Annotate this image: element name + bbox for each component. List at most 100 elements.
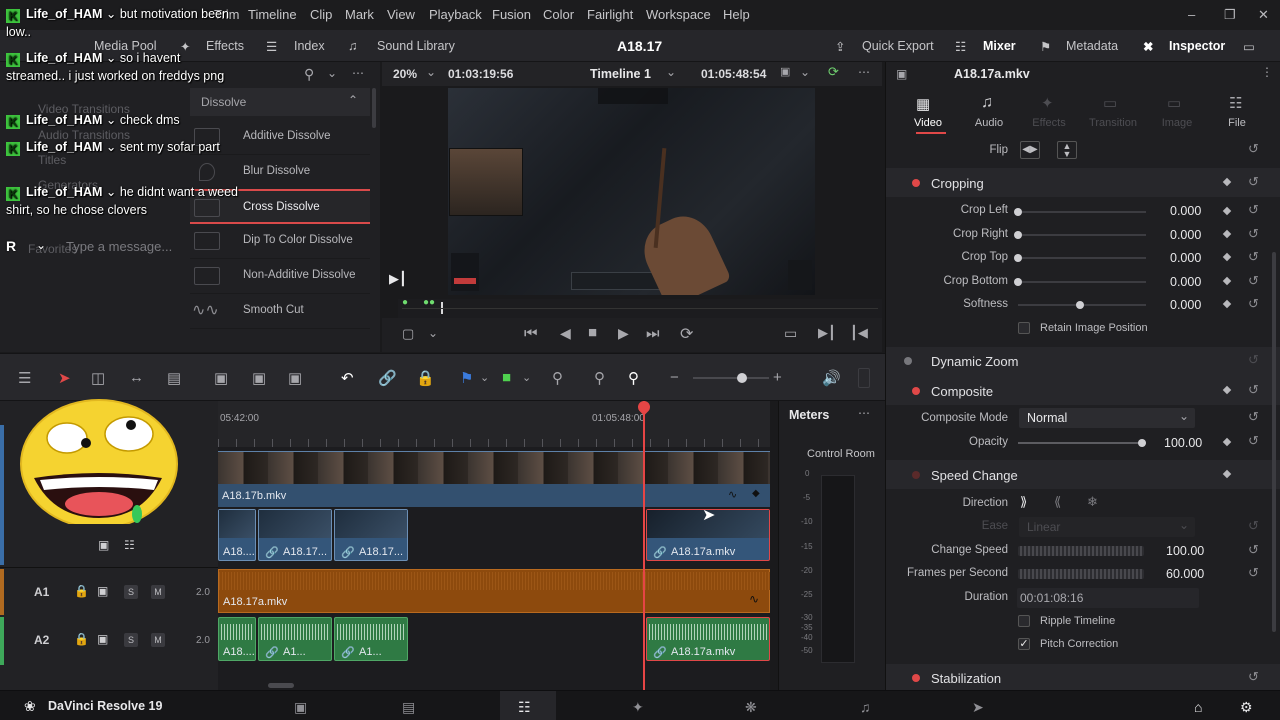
a1-audio-clip[interactable]: A18.17a.mkv ∿ (218, 569, 770, 613)
viewer-mode-icon[interactable]: ▢ (402, 326, 414, 342)
dynamic-trim-icon[interactable]: ↔ (129, 369, 144, 386)
speed-change-toggle[interactable] (912, 471, 920, 479)
flag-chevron-icon[interactable]: ⌄ (480, 371, 489, 384)
close-icon[interactable]: ✕ (1258, 7, 1269, 23)
monitor-chevron-icon[interactable]: ⌄ (800, 65, 810, 79)
deliver-page-icon[interactable]: ➤ (972, 699, 984, 716)
a1-solo-button[interactable]: S (124, 585, 138, 599)
position-lock-icon[interactable]: 🔒 (416, 369, 435, 387)
freeze-frame-icon[interactable]: ❄ (1087, 494, 1098, 510)
a2-mute-button[interactable]: M (151, 633, 165, 647)
play-reverse-icon[interactable]: ◀ (560, 325, 571, 342)
zoom-custom-icon[interactable]: ⚲ (628, 369, 639, 387)
file-tab-icon[interactable]: ☷ (1229, 94, 1242, 112)
reset-change-speed-icon[interactable]: ↺ (1248, 542, 1259, 558)
linked-selection-icon[interactable]: 🔗 (378, 369, 397, 387)
fairlight-page-icon[interactable]: ♫ (860, 699, 871, 715)
softness-slider[interactable] (1076, 301, 1084, 309)
cut-page-icon[interactable]: ▤ (402, 699, 415, 716)
image-tab-icon[interactable]: ▭ (1167, 94, 1181, 112)
marker-chevron-icon[interactable]: ⌄ (522, 371, 531, 384)
reset-softness-icon[interactable]: ↺ (1248, 296, 1259, 312)
prev-edit-icon[interactable]: ┃◀ (850, 325, 868, 341)
zoom-in-icon[interactable]: + (773, 369, 782, 386)
a1-mute-button[interactable]: M (151, 585, 165, 599)
ripple-timeline-checkbox[interactable] (1018, 615, 1030, 627)
viewer-options-icon[interactable]: ⋯ (858, 65, 870, 79)
tab-file[interactable]: File (1207, 117, 1267, 129)
reset-flip-icon[interactable]: ↺ (1248, 141, 1259, 157)
opacity-slider[interactable] (1138, 439, 1146, 447)
crop-top-track[interactable] (1022, 257, 1146, 259)
retain-position-checkbox[interactable] (1018, 322, 1030, 334)
menu-fairlight[interactable]: Fairlight (587, 7, 633, 22)
flip-vertical-icon[interactable]: ▲ ▼ (1057, 141, 1077, 159)
crop-left-track[interactable] (1022, 211, 1146, 213)
settings-gear-icon[interactable]: ⚙ (1240, 699, 1253, 716)
scrubber-bar[interactable]: ● ●● (398, 297, 882, 318)
fx-item-smooth-cut[interactable]: ∿∿ Smooth Cut (190, 294, 370, 329)
reset-crop-right-icon[interactable]: ↺ (1248, 226, 1259, 242)
a1-lock-icon[interactable]: 🔒 (74, 584, 89, 598)
hd-monitor-icon[interactable]: ▣ (780, 65, 790, 78)
sound-library-button[interactable]: Sound Library (377, 39, 455, 53)
insert-clip-icon[interactable]: ▣ (214, 369, 228, 387)
menu-help[interactable]: Help (723, 7, 750, 22)
a2-selected-audio-clip[interactable]: 🔗 A18.17a.mkv (646, 617, 770, 661)
timeline-area[interactable]: 05:42:00 01:05:48:00 A18.17b.mkv ∿ ◆ A18… (218, 401, 770, 690)
a2-auto-select-icon[interactable]: ▣ (97, 632, 108, 646)
inspector-button[interactable]: Inspector (1169, 39, 1225, 53)
match-frame-icon[interactable]: ▭ (784, 325, 797, 342)
a2-solo-button[interactable]: S (124, 633, 138, 647)
reset-ease-icon[interactable]: ↺ (1248, 518, 1259, 534)
reset-cropping-icon[interactable]: ↺ (1248, 174, 1259, 190)
chevron-down-icon[interactable]: ⌄ (327, 66, 337, 80)
crop-bottom-value[interactable]: 0.000 (1170, 275, 1201, 289)
timeline-chevron-icon[interactable]: ⌄ (666, 65, 676, 79)
go-to-end-icon[interactable]: ⏭ (646, 325, 660, 342)
audio-tab-icon[interactable]: ♫ (981, 94, 993, 112)
minimize-icon[interactable]: – (1188, 7, 1195, 22)
replace-clip-icon[interactable]: ▣ (288, 369, 302, 387)
fps-slider[interactable] (1018, 569, 1144, 579)
reset-fps-icon[interactable]: ↺ (1248, 565, 1259, 581)
snapping-icon[interactable]: ↶ (341, 369, 354, 387)
reset-crop-top-icon[interactable]: ↺ (1248, 249, 1259, 265)
flag-icon[interactable]: ⚑ (460, 369, 473, 387)
media-page-icon[interactable]: ▣ (294, 699, 307, 716)
crop-bottom-track[interactable] (1022, 281, 1146, 283)
reset-composite-icon[interactable]: ↺ (1248, 382, 1259, 398)
mixer-button[interactable]: Mixer (983, 39, 1016, 53)
stop-icon[interactable]: ■ (588, 324, 597, 341)
zoom-chevron-icon[interactable]: ⌄ (426, 65, 436, 79)
change-speed-slider[interactable] (1018, 546, 1144, 556)
crop-bottom-keyframe-icon[interactable] (1222, 276, 1232, 286)
quick-export-button[interactable]: Quick Export (862, 39, 934, 53)
a2-audio-clip[interactable]: A18.... (218, 617, 256, 661)
search-icon[interactable]: ⚲ (304, 66, 314, 83)
flip-horizontal-icon[interactable]: ◀▶ (1020, 141, 1040, 159)
composite-mode-select[interactable]: Normal ⌄ (1019, 408, 1195, 428)
overwrite-clip-icon[interactable]: ▣ (252, 369, 266, 387)
v1-clip[interactable]: 🔗 A18.17... (258, 509, 332, 561)
ease-select[interactable]: Linear ⌄ (1019, 517, 1195, 537)
home-icon[interactable]: ⌂ (1194, 699, 1202, 715)
tab-effects[interactable]: Effects (1019, 117, 1079, 129)
effects-tab-icon[interactable]: ✦ (1041, 94, 1054, 112)
inspector-options-icon[interactable]: ⋮ (1261, 65, 1273, 79)
viewer-mode-chevron-icon[interactable]: ⌄ (428, 326, 438, 340)
crop-top-slider[interactable] (1014, 254, 1022, 262)
menu-view[interactable]: View (387, 7, 415, 22)
volume-icon[interactable]: 🔊 (822, 369, 841, 387)
softness-keyframe-icon[interactable] (1222, 299, 1232, 309)
menu-workspace[interactable]: Workspace (646, 7, 711, 22)
reset-dynamic-zoom-icon[interactable]: ↺ (1248, 352, 1259, 368)
v1-auto-select-icon[interactable]: ▣ (98, 538, 109, 552)
tab-image[interactable]: Image (1147, 117, 1207, 129)
zoom-full-icon[interactable]: ⚲ (552, 369, 563, 387)
next-edit-icon[interactable]: ▶┃ (818, 325, 836, 341)
zoom-detail-icon[interactable]: ⚲ (594, 369, 605, 387)
crop-top-value[interactable]: 0.000 (1170, 251, 1201, 265)
video-tab-icon[interactable]: ▦ (916, 95, 930, 113)
reset-crop-left-icon[interactable]: ↺ (1248, 202, 1259, 218)
